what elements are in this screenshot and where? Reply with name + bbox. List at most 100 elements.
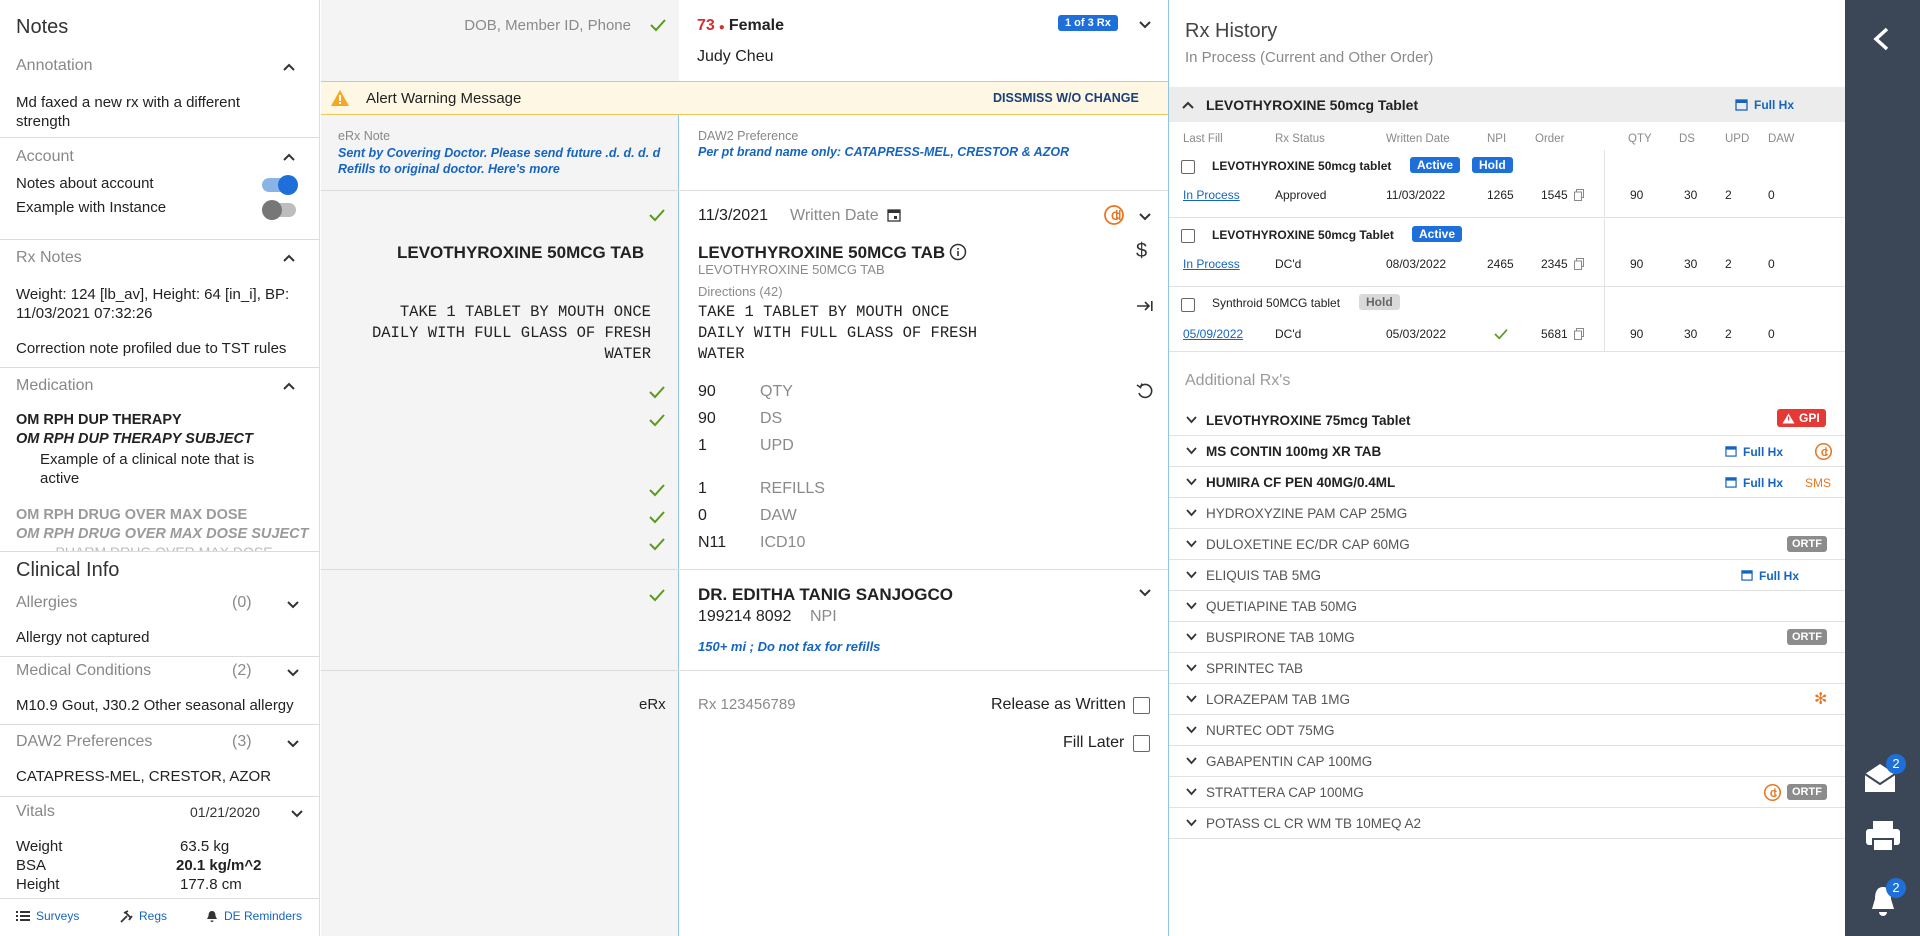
additional-rx-row[interactable]: HUMIRA CF PEN 40MG/0.4ML Full Hx SMS <box>1169 467 1845 498</box>
last-fill-link[interactable]: In Process <box>1183 257 1240 271</box>
full-hx-link[interactable]: Full Hx <box>1754 98 1794 112</box>
directions-text[interactable]: TAKE 1 TABLET BY MOUTH ONCE DAILY WITH F… <box>698 302 988 365</box>
chevron-down-icon[interactable] <box>1186 540 1197 548</box>
chevron-down-icon[interactable] <box>290 806 304 820</box>
med-note-title: OM RPH DUP THERAPY <box>16 412 182 428</box>
chevron-up-icon[interactable] <box>282 379 296 393</box>
drug-name[interactable]: LEVOTHYROXINE 50MCG TAB <box>698 243 945 263</box>
fill-later-checkbox[interactable] <box>1133 735 1150 752</box>
chevron-down-icon[interactable] <box>1186 447 1197 455</box>
surveys-link[interactable]: Surveys <box>16 909 79 923</box>
status-badge: Hold <box>1472 157 1513 173</box>
release-checkbox[interactable] <box>1133 697 1150 714</box>
additional-rx-row[interactable]: MS CONTIN 100mg XR TAB Full Hx C <box>1169 436 1845 467</box>
additional-rx-row[interactable]: HYDROXYZINE PAM CAP 25MG <box>1169 498 1845 529</box>
list-icon <box>16 911 30 921</box>
full-hx-link[interactable]: Full Hx <box>1759 569 1799 583</box>
chevron-down-icon[interactable] <box>1186 478 1197 486</box>
additional-rx-row[interactable]: POTASS CL CR WM TB 10MEQ A2 <box>1169 808 1845 839</box>
chevron-down-icon[interactable] <box>1186 571 1197 579</box>
additional-rx-row[interactable]: ELIQUIS TAB 5MG Full Hx <box>1169 560 1845 591</box>
chevron-down-icon[interactable] <box>286 736 300 750</box>
history-row[interactable]: Synthroid 50MCG tablet Hold 05/09/2022 DC'd… <box>1169 287 1845 352</box>
chevron-left-icon[interactable] <box>1871 27 1893 51</box>
patient-search-input[interactable]: DOB, Member ID, Phone <box>441 17 661 34</box>
printer-icon[interactable] <box>1864 819 1902 853</box>
additional-rx-row[interactable]: NURTEC ODT 75MG <box>1169 715 1845 746</box>
chevron-down-icon[interactable] <box>1186 416 1197 424</box>
surveys-label: Surveys <box>36 909 80 923</box>
chevron-down-icon[interactable] <box>286 597 300 611</box>
chevron-down-icon[interactable] <box>1138 17 1152 31</box>
additional-rx-row[interactable]: BUSPIRONE TAB 10MG ORTF <box>1169 622 1845 653</box>
additional-rx-row[interactable]: SPRINTEC TAB <box>1169 653 1845 684</box>
ds-value[interactable]: 90 <box>698 410 716 428</box>
account-toggle-on[interactable] <box>262 175 298 195</box>
chevron-down-icon[interactable] <box>1138 585 1152 599</box>
history-group-header[interactable]: LEVOTHYROXINE 50mcg Tablet Full Hx <box>1169 87 1845 122</box>
icd-value[interactable]: N11 <box>698 534 726 552</box>
history-row[interactable]: LEVOTHYROXINE 50mcg tablet Active Hold In P… <box>1169 150 1845 218</box>
chevron-down-icon[interactable] <box>1186 757 1197 765</box>
dollar-icon[interactable]: $ <box>1136 240 1147 263</box>
full-hx-link[interactable]: Full Hx <box>1743 445 1783 459</box>
upd-value[interactable]: 1 <box>698 437 707 455</box>
chevron-down-icon[interactable] <box>1186 819 1197 827</box>
calendar-icon <box>1725 477 1737 488</box>
chevron-down-icon[interactable] <box>1186 602 1197 610</box>
qty-value[interactable]: 90 <box>698 383 716 401</box>
chevron-down-icon[interactable] <box>1186 788 1197 796</box>
tab-arrow-icon[interactable] <box>1136 299 1154 313</box>
dismiss-button[interactable]: DISSMISS W/O CHANGE <box>993 91 1139 105</box>
chevron-up-icon[interactable] <box>282 60 296 74</box>
chevron-down-icon[interactable] <box>1186 509 1197 517</box>
additional-title: Additional Rx's <box>1185 372 1291 389</box>
here-more-link[interactable]: Here's more <box>488 162 560 176</box>
copy-icon[interactable] <box>1574 258 1584 270</box>
last-fill-link[interactable]: 05/09/2022 <box>1183 327 1243 341</box>
gpi-label: GPI <box>1799 411 1820 425</box>
npi-value: 1265 <box>1487 188 1514 202</box>
instance-toggle-off[interactable] <box>262 200 296 220</box>
chevron-down-icon[interactable] <box>286 665 300 679</box>
daw-value: 0 <box>1768 327 1775 341</box>
order-number: 2345 <box>1541 257 1568 271</box>
chevron-down-icon[interactable] <box>1186 664 1197 672</box>
info-icon[interactable] <box>949 243 967 261</box>
written-date[interactable]: 11/3/2021 <box>698 207 768 225</box>
chevron-up-icon[interactable] <box>1181 98 1195 112</box>
additional-rx-row[interactable]: QUETIAPINE TAB 50MG <box>1169 591 1845 622</box>
refresh-icon[interactable] <box>1136 382 1154 400</box>
history-row-checkbox[interactable] <box>1181 229 1195 243</box>
additional-rx-name: STRATTERA CAP 100MG <box>1206 785 1364 800</box>
chevron-up-icon[interactable] <box>282 251 296 265</box>
ds-value: 30 <box>1684 327 1698 341</box>
additional-rx-row[interactable]: DULOXETINE EC/DR CAP 60MG ORTF <box>1169 529 1845 560</box>
calendar-icon[interactable] <box>887 208 901 222</box>
copy-icon[interactable] <box>1574 328 1584 340</box>
additional-rx-row[interactable]: GABAPENTIN CAP 100MG <box>1169 746 1845 777</box>
regs-link[interactable]: Regs <box>120 909 167 923</box>
chevron-up-icon[interactable] <box>282 150 296 164</box>
chevron-down-icon[interactable] <box>1186 633 1197 641</box>
full-hx-link[interactable]: Full Hx <box>1743 476 1783 490</box>
controlled-substance-icon: C <box>1104 205 1124 225</box>
additional-rx-row[interactable]: STRATTERA CAP 100MG ORTF C <box>1169 777 1845 808</box>
status-badge: Hold <box>1359 294 1400 310</box>
chevron-down-icon[interactable] <box>1186 695 1197 703</box>
reminders-link[interactable]: DE Reminders <box>206 909 302 923</box>
copy-icon[interactable] <box>1574 189 1584 201</box>
chevron-down-icon[interactable] <box>1138 209 1152 223</box>
chevron-down-icon[interactable] <box>1186 726 1197 734</box>
history-row-checkbox[interactable] <box>1181 298 1195 312</box>
daw-value[interactable]: 0 <box>698 507 707 525</box>
additional-rx-row[interactable]: LEVOTHYROXINE 75mcg Tablet GPI <box>1169 405 1845 436</box>
last-fill-link[interactable]: In Process <box>1183 188 1240 202</box>
med-note-title: OM RPH DRUG OVER MAX DOSE <box>16 507 248 523</box>
prescriber-name[interactable]: DR. EDITHA TANIG SANJOGCO <box>698 585 953 605</box>
history-row[interactable]: LEVOTHYROXINE 50mcg Tablet Active In Proce… <box>1169 219 1845 287</box>
history-row-checkbox[interactable] <box>1181 160 1195 174</box>
refills-value[interactable]: 1 <box>698 480 707 498</box>
gpi-badge: GPI <box>1777 409 1826 427</box>
additional-rx-row[interactable]: LORAZEPAM TAB 1MG ✻ <box>1169 684 1845 715</box>
